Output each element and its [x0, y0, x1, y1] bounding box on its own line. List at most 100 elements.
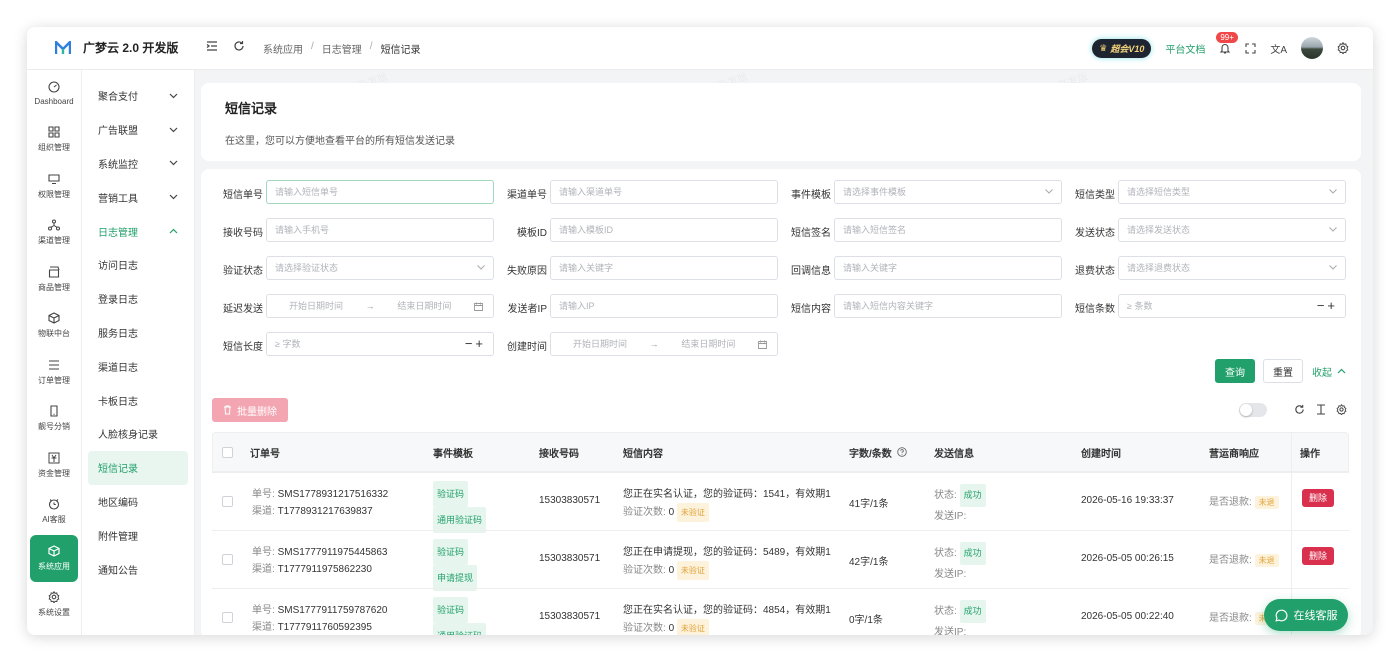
rail-item[interactable]: 系统应用 — [30, 535, 78, 582]
filter-select[interactable]: 请选择短信类型 — [1118, 180, 1346, 204]
vip-badge[interactable]: ♛ 超会V10 — [1092, 38, 1152, 58]
sidebar-item[interactable]: 渠道日志 — [82, 349, 194, 383]
sidebar-item[interactable]: 通知公告 — [82, 552, 194, 586]
sidebar-item[interactable]: 卡板日志 — [82, 383, 194, 417]
sidebar-item[interactable]: 短信记录 — [88, 450, 188, 485]
rail-item[interactable]: 靓号分销 — [27, 396, 81, 443]
rail-item-label: 渠道管理 — [38, 236, 70, 246]
sidebar-item[interactable]: 服务日志 — [82, 316, 194, 350]
filter-select[interactable]: 请选择验证状态 — [266, 256, 494, 280]
placeholder: 请输入IP — [559, 301, 595, 311]
bell-icon — [1220, 44, 1231, 54]
breadcrumb-item[interactable]: 系统应用 — [263, 41, 303, 56]
rail-item-label: Dashboard — [34, 96, 74, 106]
query-button[interactable]: 查询 — [1215, 359, 1255, 383]
row-checkbox[interactable] — [222, 496, 233, 507]
rail-item[interactable]: 资金管理 — [27, 442, 81, 489]
sidebar-item[interactable]: 附件管理 — [82, 518, 194, 552]
sidebar-item[interactable]: 广告联盟 — [82, 113, 194, 147]
filter-input[interactable]: 请输入渠道单号 — [550, 180, 778, 204]
column-settings-icon[interactable] — [1336, 404, 1347, 415]
rail-item[interactable]: 组织管理 — [27, 117, 81, 164]
sidebar-item[interactable]: 人脸核身记录 — [82, 417, 194, 451]
online-service-button[interactable]: 在线客服 — [1264, 599, 1348, 631]
sidebar-item-label: 通知公告 — [98, 565, 138, 577]
phone-number: 15303830571 — [539, 495, 601, 506]
filter-input[interactable]: 请输入短信内容关键字 — [834, 294, 1062, 318]
filter-select[interactable]: 请选择退费状态 — [1118, 256, 1346, 280]
sidebar-item-label: 登录日志 — [98, 295, 138, 307]
filter-field: 短信内容 请输入短信内容关键字 — [777, 294, 1062, 318]
date-range-picker[interactable]: 开始日期时间 → 结束日期时间 — [266, 294, 494, 318]
row-checkbox[interactable] — [222, 554, 233, 565]
number-stepper[interactable]: ≥ 条数 −+ — [1118, 294, 1346, 318]
placeholder: 请选择验证状态 — [275, 263, 339, 273]
rail-item[interactable]: 权限管理 — [27, 163, 81, 210]
table-row[interactable]: 单号: SMS1777911975445863 渠道: T177791197586… — [212, 530, 1349, 591]
minus-plus-icon[interactable]: −+ — [465, 333, 486, 355]
filter-input[interactable]: 请输入短信单号 — [266, 180, 494, 204]
settings-gear-icon[interactable] — [1337, 42, 1349, 54]
calendar-icon — [758, 340, 767, 349]
sidebar-item[interactable]: 登录日志 — [82, 282, 194, 316]
filter-input[interactable]: 请输入模板ID — [550, 218, 778, 242]
rail-item[interactable]: 物联中台 — [27, 303, 81, 350]
fullscreen-icon[interactable] — [1245, 42, 1256, 54]
rail-item[interactable]: AI客服 — [27, 489, 81, 536]
filter-select[interactable]: 请选择发送状态 — [1118, 218, 1346, 242]
ip-label: 发送IP: — [934, 511, 967, 522]
char-count: 0字/1条 — [849, 615, 883, 626]
table-row[interactable]: 单号: SMS1778931217516332 渠道: T177893121763… — [212, 472, 1349, 533]
avatar[interactable] — [1301, 37, 1323, 59]
placeholder: 请选择事件模板 — [843, 187, 907, 197]
rail-item[interactable]: 渠道管理 — [27, 210, 81, 257]
delete-button[interactable]: 删除 — [1302, 489, 1335, 507]
row-checkbox[interactable] — [222, 612, 233, 623]
number-stepper[interactable]: ≥ 字数 −+ — [266, 332, 494, 356]
table-row[interactable]: 单号: SMS1777911759787620 渠道: T177791176059… — [212, 588, 1349, 635]
gear-icon — [48, 591, 60, 604]
sidebar-item[interactable]: 地区编码 — [82, 485, 194, 519]
filter-input[interactable]: 请输入IP — [550, 294, 778, 318]
sidebar-item[interactable]: 营销工具 — [82, 180, 194, 214]
filter-input[interactable]: 请输入短信签名 — [834, 218, 1062, 242]
date-range-picker[interactable]: 开始日期时间 → 结束日期时间 — [550, 332, 778, 356]
platform-docs-link[interactable]: 平台文档 — [1165, 41, 1205, 56]
density-toggle[interactable] — [1239, 403, 1267, 417]
rail-item[interactable]: Dashboard — [27, 70, 81, 117]
filter-input[interactable]: 请输入手机号 — [266, 218, 494, 242]
rail-item[interactable]: 订单管理 — [27, 349, 81, 396]
sidebar-item[interactable]: 访问日志 — [82, 248, 194, 282]
arrow-right-icon: → — [365, 301, 375, 311]
filter-select[interactable]: 请选择事件模板 — [834, 180, 1062, 204]
translate-icon[interactable]: 文A — [1270, 41, 1287, 56]
filter-label: 退费状态 — [1075, 266, 1115, 277]
rail-item-label: 订单管理 — [38, 375, 70, 385]
filter-input[interactable]: 请输入关键字 — [550, 256, 778, 280]
table-refresh-icon[interactable] — [1294, 404, 1305, 415]
rail-item[interactable]: 系统设置 — [27, 582, 81, 629]
sidebar-item[interactable]: 系统监控 — [82, 147, 194, 181]
brand[interactable]: 广梦云 2.0 开发版 — [55, 39, 178, 56]
rail-item[interactable]: 商品管理 — [27, 256, 81, 303]
filter-field: 短信单号 请输入短信单号 — [209, 180, 494, 204]
sidebar-item[interactable]: 日志管理 — [82, 214, 194, 248]
delete-button[interactable]: 删除 — [1302, 547, 1335, 565]
menu-fold-icon[interactable] — [206, 40, 218, 52]
batch-delete-button[interactable]: 批量删除 — [212, 398, 288, 422]
reset-button[interactable]: 重置 — [1263, 359, 1303, 383]
help-circle-icon[interactable] — [897, 447, 907, 457]
sidebar-item-label: 访问日志 — [98, 261, 138, 273]
breadcrumb-item[interactable]: 日志管理 — [322, 41, 362, 56]
refresh-icon[interactable] — [233, 40, 245, 52]
notification-bell[interactable]: 99+ — [1216, 32, 1238, 54]
filter-input[interactable]: 请输入关键字 — [834, 256, 1062, 280]
column-height-icon[interactable] — [1316, 404, 1326, 415]
collapse-toggle[interactable]: 收起 — [1309, 359, 1349, 383]
filter-label: 事件模板 — [791, 190, 831, 201]
verify-count: 0 — [668, 623, 675, 634]
select-all-checkbox[interactable] — [222, 446, 233, 458]
minus-plus-icon[interactable]: −+ — [1317, 295, 1338, 317]
sidebar-item-label: 聚合支付 — [98, 92, 138, 104]
sidebar-item[interactable]: 聚合支付 — [82, 79, 194, 113]
